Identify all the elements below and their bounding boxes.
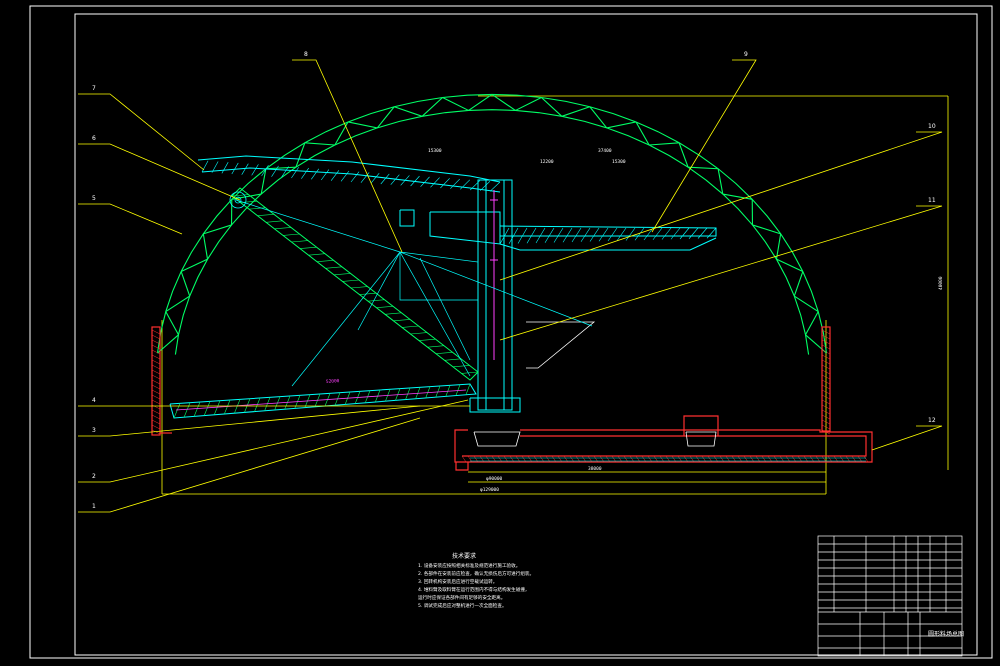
callout-4: 4 bbox=[92, 397, 96, 404]
dim-floor: 38000 bbox=[588, 466, 602, 472]
dim-span-inner: φ90000 bbox=[486, 476, 503, 482]
dim-span-total: φ129000 bbox=[480, 487, 499, 493]
dim-top-a: 15300 bbox=[428, 148, 442, 154]
notes-line-5: 运行时应保证各部件间有足够的安全距离。 bbox=[418, 594, 505, 601]
notes-line-3: 3. 回转机构安装后应进行空载试运转。 bbox=[418, 578, 497, 585]
callout-5: 5 bbox=[92, 195, 96, 202]
notes-line-6: 5. 调试完成后应对整机进行一次全面检查。 bbox=[418, 602, 507, 609]
callout-7: 7 bbox=[92, 85, 96, 92]
dim-right-height: 40000 bbox=[938, 276, 944, 290]
callout-8: 8 bbox=[304, 51, 308, 58]
dim-top-b: 37400 bbox=[598, 148, 612, 154]
callout-9: 9 bbox=[744, 51, 748, 58]
callout-6: 6 bbox=[92, 135, 96, 142]
callout-2: 2 bbox=[92, 473, 96, 480]
cad-drawing: 37400 15300 12200 15300 52000 38000 φ900… bbox=[0, 0, 1000, 666]
callout-12: 12 bbox=[928, 417, 936, 424]
dim-top-c: 12200 bbox=[540, 159, 554, 165]
callout-3: 3 bbox=[92, 427, 96, 434]
notes-title: 技术要求 bbox=[452, 552, 476, 560]
notes-line-2: 2. 各部件在安装前应检查，确认无损伤后方可进行组装。 bbox=[418, 570, 534, 577]
callout-1: 1 bbox=[92, 503, 96, 510]
callout-11: 11 bbox=[928, 197, 936, 204]
drawing-name: 圆形料场总图 bbox=[928, 630, 964, 638]
notes-line-1: 1. 设备安装应按照相关标准及规范进行施工验收。 bbox=[418, 562, 520, 569]
dim-top-d: 15300 bbox=[612, 159, 626, 165]
callout-10: 10 bbox=[928, 123, 936, 130]
dim-boom-len: 52000 bbox=[326, 378, 340, 385]
notes-line-4: 4. 堆料臂及取料臂在运行范围内不得与结构发生碰撞， bbox=[418, 586, 530, 593]
